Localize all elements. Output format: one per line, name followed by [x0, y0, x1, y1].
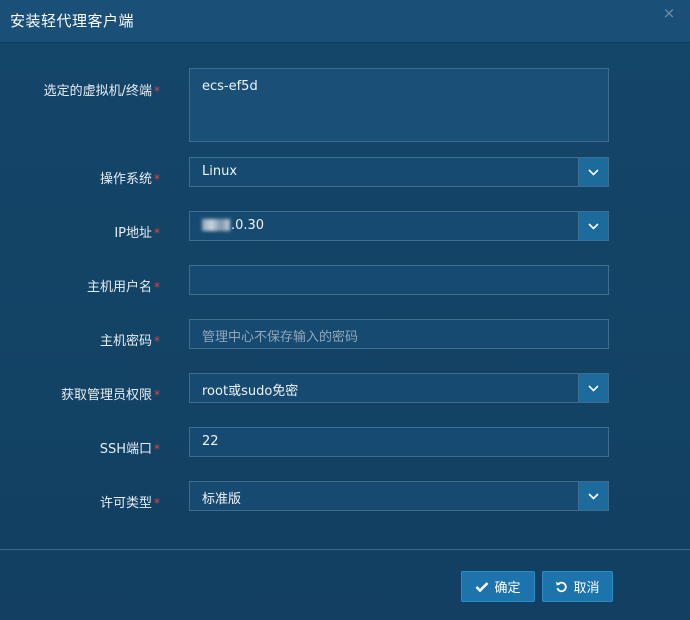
- password-input[interactable]: 管理中心不保存输入的密码: [189, 319, 609, 349]
- ip-label: IP地址 *: [114, 226, 160, 241]
- user-label: 主机用户名 *: [86, 280, 160, 295]
- dialog-titlebar: 安装轻代理客户端 ×: [0, 0, 690, 43]
- license-value: 标准版: [202, 492, 242, 507]
- undo-icon: [556, 581, 568, 593]
- required-mark: *: [154, 84, 160, 98]
- chevron-down-icon[interactable]: [578, 158, 608, 186]
- required-mark: *: [154, 280, 160, 294]
- vm-value: ecs-ef5d: [202, 79, 258, 94]
- vm-label: 选定的虚拟机/终端 *: [43, 84, 160, 99]
- vm-textarea[interactable]: ecs-ef5d: [189, 68, 609, 142]
- cancel-button[interactable]: 取消: [542, 571, 613, 602]
- required-mark: *: [154, 226, 160, 240]
- chevron-down-icon[interactable]: [578, 212, 608, 240]
- cancel-label: 取消: [573, 581, 600, 596]
- footer-divider: [0, 549, 690, 550]
- os-label: 操作系统 *: [99, 172, 160, 187]
- os-select[interactable]: Linux: [189, 157, 609, 187]
- chevron-down-icon[interactable]: [578, 482, 608, 510]
- privilege-value: root或sudo免密: [202, 384, 299, 399]
- install-agent-dialog: 安装轻代理客户端 × 选定的虚拟机/终端 * ecs-ef5d 操作系统 * Lin…: [0, 0, 690, 620]
- user-input[interactable]: [189, 265, 609, 295]
- ssh-port-label: SSH端口 *: [99, 442, 160, 457]
- password-placeholder: 管理中心不保存输入的密码: [202, 330, 359, 345]
- ssh-port-input[interactable]: 22: [189, 427, 609, 457]
- chevron-down-icon[interactable]: [578, 374, 608, 402]
- privilege-label: 获取管理员权限 *: [60, 388, 160, 403]
- check-icon: [476, 581, 489, 592]
- license-label: 许可类型 *: [99, 496, 160, 511]
- password-label: 主机密码 *: [99, 334, 160, 349]
- required-mark: *: [154, 334, 160, 348]
- redacted-ip-prefix: [202, 218, 230, 231]
- license-select[interactable]: 标准版: [189, 481, 609, 511]
- ssh-port-value: 22: [202, 434, 219, 449]
- close-icon[interactable]: ×: [662, 6, 676, 21]
- os-value: Linux: [202, 164, 238, 179]
- ip-value: .0.30: [202, 218, 264, 233]
- required-mark: *: [154, 496, 160, 510]
- privilege-select[interactable]: root或sudo免密: [189, 373, 609, 403]
- ip-select[interactable]: .0.30: [189, 211, 609, 241]
- confirm-label: 确定: [494, 581, 521, 596]
- required-mark: *: [154, 172, 160, 186]
- dialog-title: 安装轻代理客户端: [10, 12, 135, 30]
- confirm-button[interactable]: 确定: [461, 571, 535, 602]
- required-mark: *: [154, 388, 160, 402]
- required-mark: *: [154, 442, 160, 456]
